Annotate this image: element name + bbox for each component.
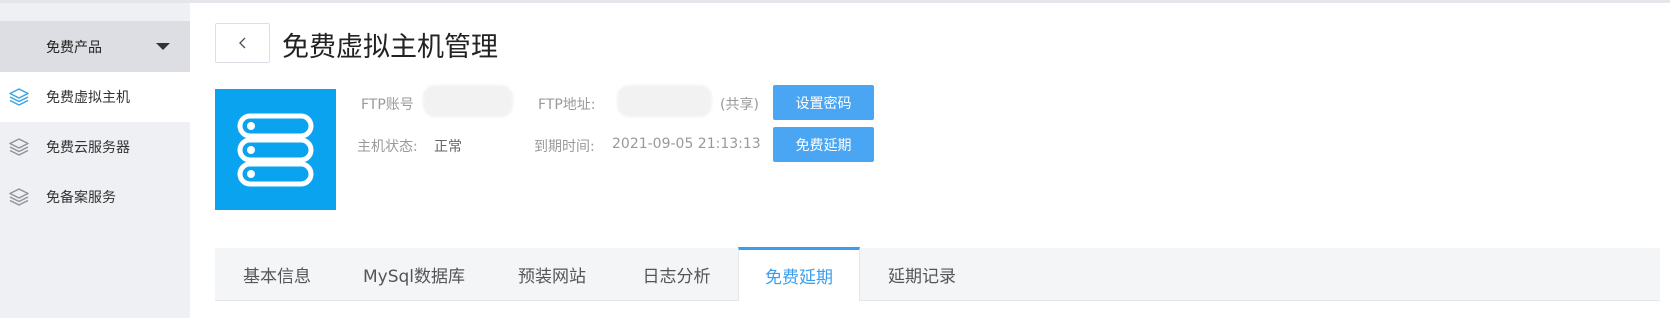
shared-label: (共享)	[720, 97, 759, 113]
set-password-button[interactable]: 设置密码	[773, 85, 874, 120]
tab-free-extend[interactable]: 免费延期	[738, 247, 860, 301]
host-status-value: 正常	[434, 139, 462, 155]
server-product-icon	[215, 89, 336, 210]
tab-extend-records[interactable]: 延期记录	[860, 248, 984, 301]
tab-basic-info[interactable]: 基本信息	[215, 248, 339, 301]
layers-icon	[9, 138, 29, 156]
caret-down-icon	[156, 43, 170, 50]
back-button[interactable]	[215, 23, 270, 63]
sidebar-header-free-products[interactable]: 免费产品	[0, 21, 190, 72]
layers-icon	[9, 188, 29, 206]
expire-time-value: 2021-09-05 21:13:13	[612, 136, 761, 152]
sidebar: 免费产品 免费虚拟主机 免费云服务器 免备案服务	[0, 3, 190, 318]
ftp-account-label: FTP账号	[361, 97, 414, 113]
sidebar-item-label: 免费云服务器	[46, 140, 130, 156]
sidebar-item-label: 免备案服务	[46, 190, 116, 206]
ftp-address-label: FTP地址:	[538, 97, 596, 113]
host-status-label: 主机状态:	[357, 139, 418, 155]
sidebar-header-label: 免费产品	[46, 39, 102, 56]
free-extend-button[interactable]: 免费延期	[773, 127, 874, 162]
server-icon	[237, 113, 314, 187]
sidebar-item-free-virtual-host[interactable]: 免费虚拟主机	[0, 72, 190, 122]
layers-icon	[9, 88, 29, 106]
page-title: 免费虚拟主机管理	[282, 32, 498, 63]
tab-bar: 基本信息 MySql数据库 预装网站 日志分析 免费延期 延期记录	[215, 247, 1660, 301]
tab-log-analysis[interactable]: 日志分析	[615, 248, 738, 301]
expire-time-label: 到期时间:	[534, 139, 595, 155]
sidebar-item-free-cloud-server[interactable]: 免费云服务器	[0, 122, 190, 172]
tab-mysql-database[interactable]: MySql数据库	[339, 248, 489, 301]
ftp-address-value-redacted	[617, 85, 712, 117]
chevron-left-icon	[238, 37, 245, 49]
ftp-account-value-redacted	[423, 85, 513, 117]
sidebar-item-no-filing-service[interactable]: 免备案服务	[0, 172, 190, 222]
tab-preinstalled-sites[interactable]: 预装网站	[489, 248, 615, 301]
top-border	[0, 0, 1670, 3]
sidebar-item-label: 免费虚拟主机	[46, 90, 130, 106]
